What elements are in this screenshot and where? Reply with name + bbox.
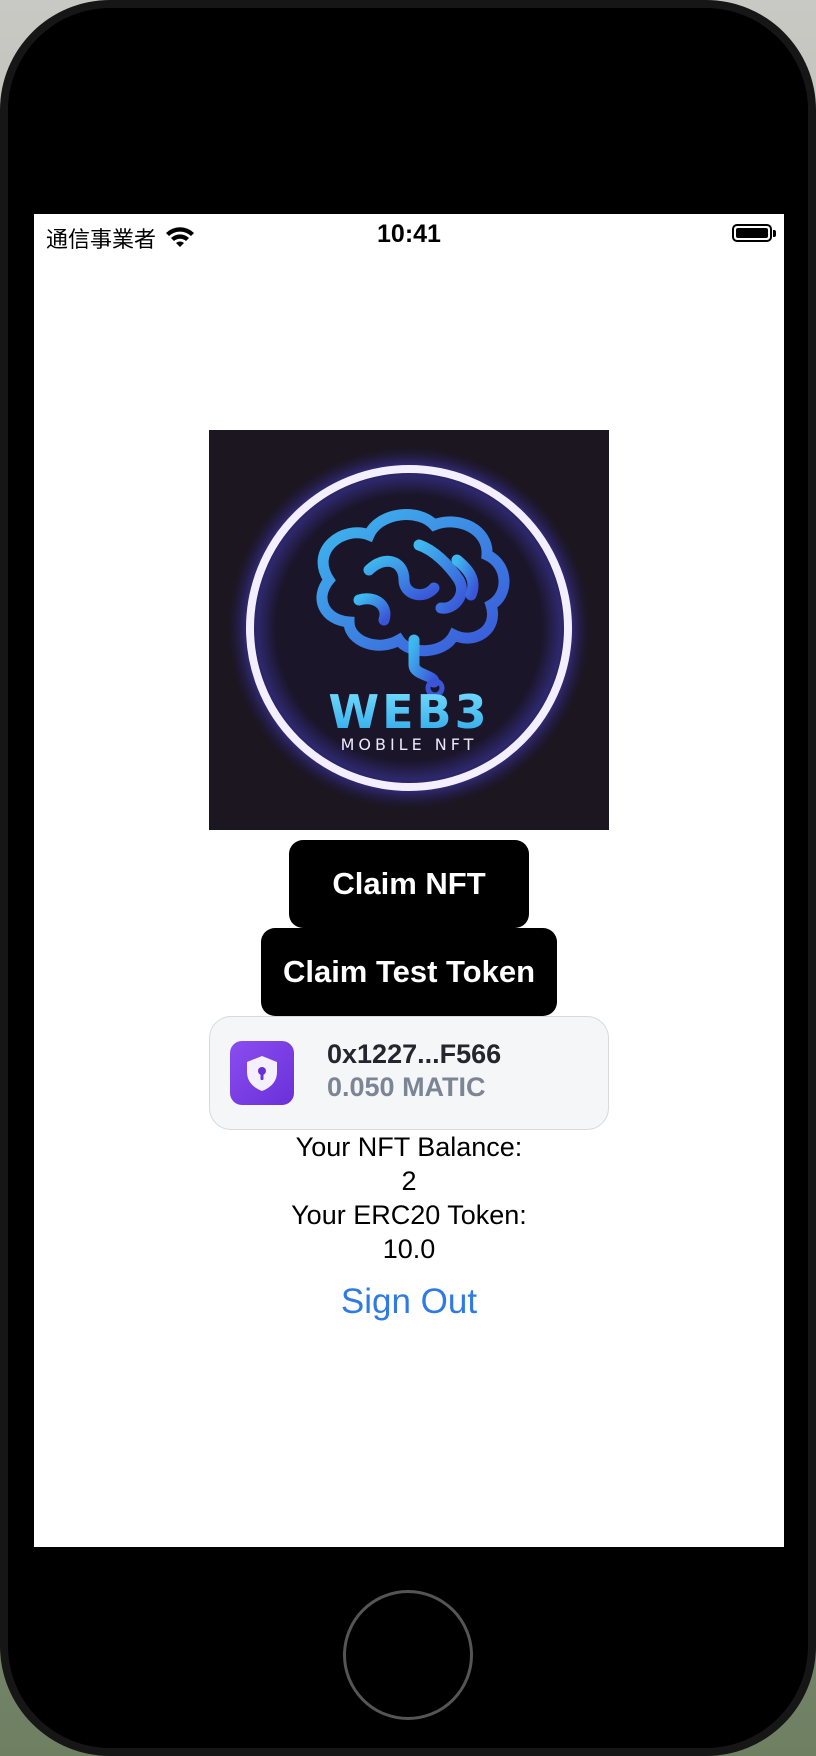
wallet-balance: 0.050 MATIC [327, 1072, 486, 1102]
web3-logo: WEB3 MOBILE NFT [219, 438, 599, 818]
logo-subtext: MOBILE NFT [341, 735, 478, 754]
nft-image: WEB3 MOBILE NFT [209, 430, 609, 830]
status-time: 10:41 [377, 220, 441, 248]
nft-balance-value: 2 [401, 1166, 417, 1196]
claim-test-token-button[interactable]: Claim Test Token [261, 928, 557, 1016]
claim-nft-button[interactable]: Claim NFT [289, 840, 529, 928]
shield-lock-icon [230, 1041, 294, 1105]
erc20-token-label: Your ERC20 Token: [291, 1200, 527, 1230]
app-screen: 通信事業者 10:41 WEB3 MOBILE NFT Claim NFT Cl… [34, 214, 784, 1547]
sign-out-button[interactable]: Sign Out [34, 1282, 784, 1322]
logo-text: WEB3 [328, 685, 489, 739]
nft-balance-label: Your NFT Balance: [295, 1132, 523, 1162]
status-bar: 通信事業者 10:41 [34, 214, 784, 256]
wallet-address: 0x1227...F566 [327, 1039, 502, 1069]
wallet-connect-button[interactable]: 0x1227...F566 0.050 MATIC [209, 1016, 609, 1130]
home-button[interactable] [343, 1590, 473, 1720]
erc20-token-value: 10.0 [382, 1234, 436, 1264]
battery-icon [732, 224, 776, 242]
